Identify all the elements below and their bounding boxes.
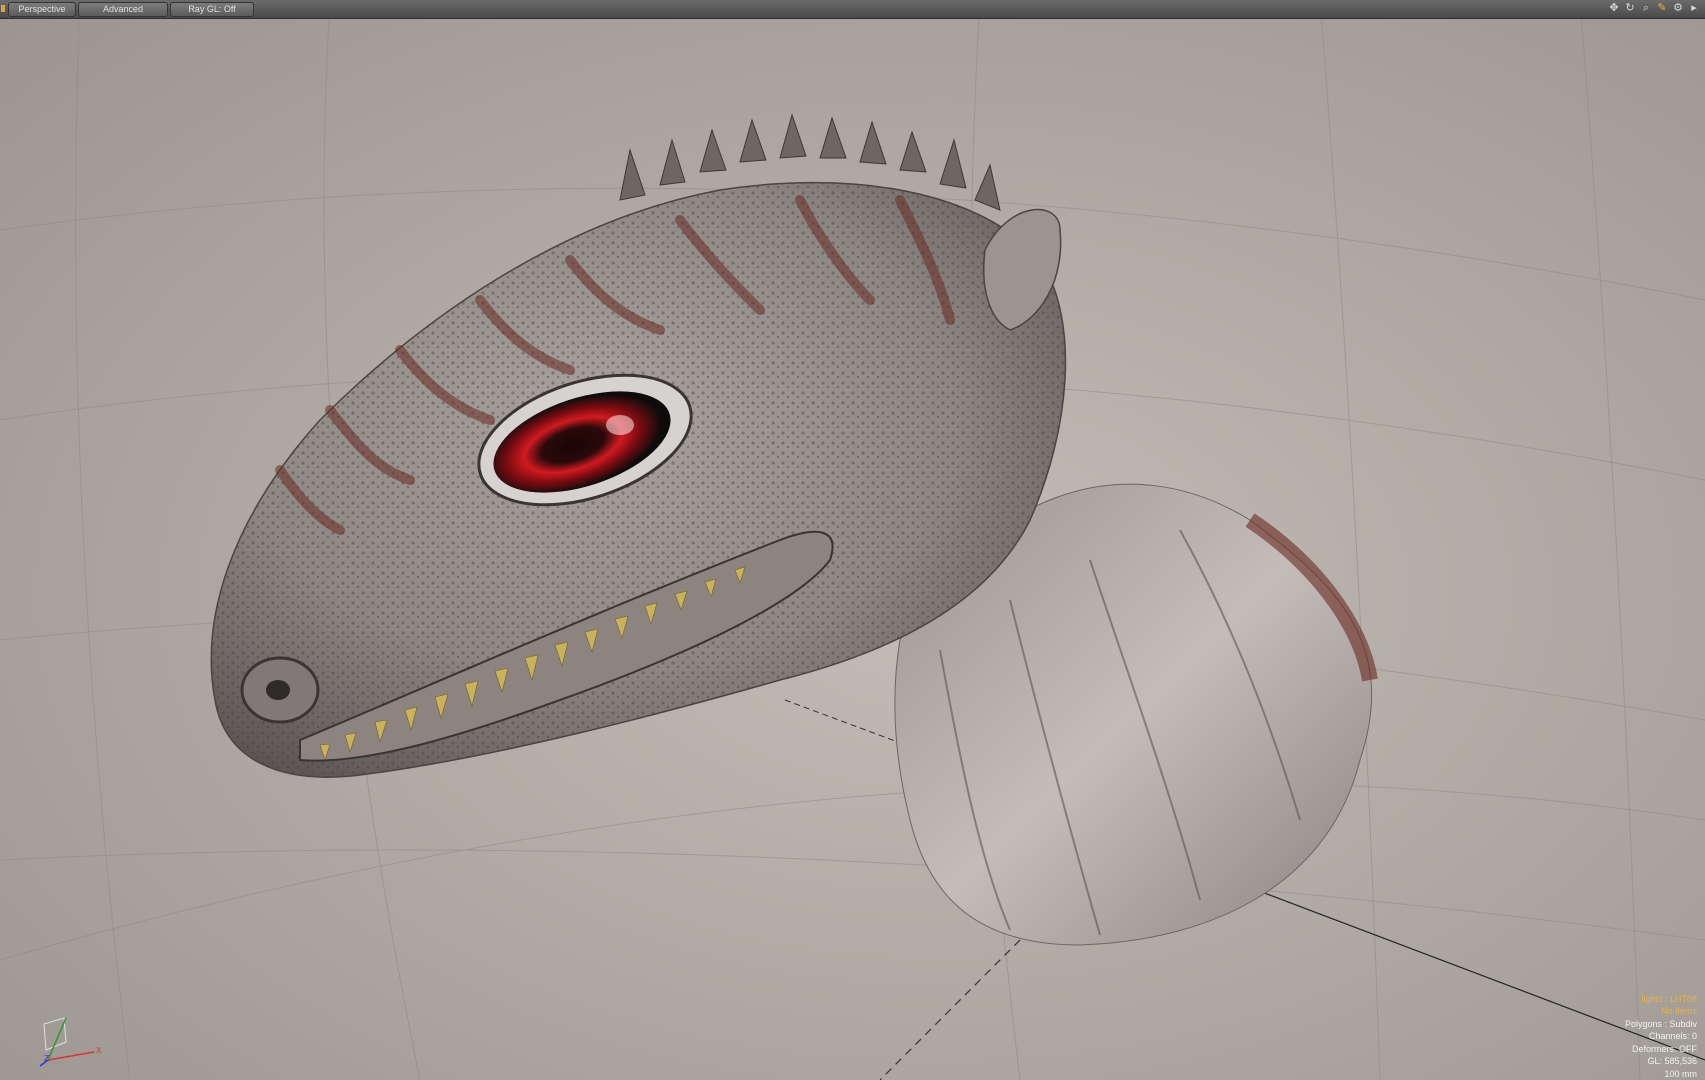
settings-icon[interactable]: ⚙: [1671, 1, 1685, 15]
info-scale: 100 mm: [1664, 1068, 1697, 1079]
axis-gizmo: X Z: [36, 1012, 106, 1068]
move-view-icon[interactable]: ✥: [1607, 1, 1621, 15]
info-channels: Channels: 0: [1648, 1031, 1697, 1041]
info-items: No Items: [1660, 1006, 1697, 1016]
view-mode-button[interactable]: Perspective: [8, 2, 76, 17]
shading-mode-button[interactable]: Advanced: [78, 2, 168, 17]
info-polygons: Polygons : Subdiv: [1624, 1018, 1697, 1029]
viewport-toolbar: Perspective Advanced Ray GL: Off ✥ ↻ ⌕ ✎…: [0, 0, 1705, 19]
expand-icon[interactable]: ▸: [1687, 1, 1701, 15]
rotate-view-icon[interactable]: ↻: [1623, 1, 1637, 15]
zoom-view-icon[interactable]: ⌕: [1639, 1, 1653, 15]
render-icon[interactable]: ✎: [1655, 1, 1669, 15]
scene-render: [0, 0, 1705, 1080]
ray-gl-button[interactable]: Ray GL: Off: [170, 2, 254, 17]
axis-x-label: X: [96, 1046, 102, 1055]
info-lights: lights : LHT08: [1641, 993, 1697, 1004]
3d-viewport[interactable]: [0, 0, 1705, 1080]
axis-z-label: Z: [44, 1054, 50, 1063]
viewport-info-overlay: lights : LHT08 No Items Polygons : Subdi…: [1625, 993, 1697, 1080]
info-deformers: Deformers: OFF: [1631, 1043, 1697, 1054]
info-gl: GL: 585,536: [1647, 1056, 1697, 1066]
viewport-corner-handle[interactable]: [1, 5, 5, 12]
